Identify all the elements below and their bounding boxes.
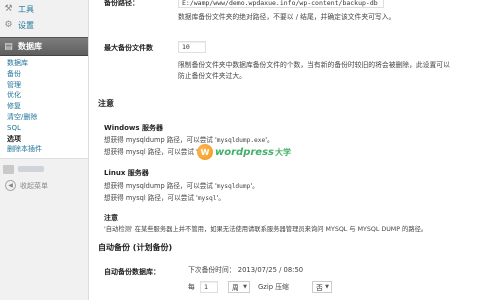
collapse-menu-label: 收起菜单 — [20, 181, 48, 190]
note2-text: '自动检测' 在某些服务器上并不管用，如果无法使用请联系服务器管理员来询问 MY… — [104, 226, 428, 233]
windows-server-title: Windows 服务器 — [104, 124, 163, 132]
wordpress-logo-icon: W — [197, 144, 213, 160]
max-files-desc-2: 防止备份文件夹过大。 — [178, 72, 246, 80]
submenu-item-sql[interactable]: SQL — [0, 123, 88, 134]
submenu-item-optimize[interactable]: 优化 — [0, 90, 88, 101]
every-value-input[interactable]: 1 — [200, 281, 218, 293]
note2-title: 注意 — [104, 214, 118, 222]
watermark-text: wordpress — [215, 146, 274, 158]
linux-mysqldump-code: mysqldump — [216, 183, 251, 190]
admin-sidebar: ⚒ 工具 ⚙ 设置 ▤ 数据库 数据库 备份 管理 优化 修复 清空/删除 SQ… — [0, 0, 89, 300]
collapse-arrow-icon: ◀ — [5, 180, 16, 192]
submenu-item-manage[interactable]: 管理 — [0, 80, 88, 91]
linux-mysqldump-text: 想获得 mysqldump 路径，可以尝试 ' — [104, 182, 217, 190]
backup-path-input[interactable]: E:/wamp/www/demo.wpdaxue.info/wp-content… — [178, 0, 384, 8]
backup-path-label: 备份路径： — [104, 0, 139, 7]
windows-mysql-text: 想获得 mysql 路径，可以尝试 ' — [104, 148, 198, 156]
gzip-select-value: 否 — [316, 284, 323, 292]
linux-mysqldump-hint: 想获得 mysqldump 路径，可以尝试 'mysqldump'。 — [104, 180, 259, 190]
linux-server-title: Linux 服务器 — [104, 169, 149, 177]
linux-mysql-code: mysql — [197, 195, 217, 202]
tools-icon: ⚒ — [4, 4, 13, 14]
windows-mysql-hint: 想获得 mysql 路径，可以尝试 ' — [104, 146, 198, 156]
menu-tools[interactable]: ⚒ 工具 — [0, 1, 88, 17]
wpdaxue-watermark: W wordpress 大学 — [197, 144, 291, 160]
chevron-down-icon: ▼ — [325, 284, 329, 290]
menu-settings[interactable]: ⚙ 设置 — [0, 17, 88, 33]
max-files-label: 最大备份文件数 — [104, 44, 153, 52]
linux-mysql-hint: 想获得 mysql 路径，可以尝试 'mysql'。 — [104, 192, 225, 202]
next-backup-row: 下次备份时间： 2013/07/25 / 08:50 — [188, 265, 303, 275]
next-backup-time: 2013/07/25 / 08:50 — [237, 266, 304, 274]
submenu-item-uninstall[interactable]: 删除本插件 — [0, 144, 88, 155]
settings-icon: ⚙ — [4, 20, 13, 30]
menu-blurred-item[interactable] — [0, 162, 88, 176]
database-submenu: 数据库 备份 管理 优化 修复 清空/删除 SQL 选项 删除本插件 — [0, 56, 88, 160]
unit-select-value: 周 — [232, 284, 239, 292]
menu-tools-label: 工具 — [18, 4, 34, 14]
auto-backup-heading: 自动备份 (计划备份) — [98, 243, 173, 252]
windows-mysqldump-code: mysqldump.exe — [216, 137, 266, 144]
collapse-menu[interactable]: ◀ 收起菜单 — [0, 180, 88, 192]
database-icon: ▤ — [4, 41, 13, 52]
submenu-item-database[interactable]: 数据库 — [0, 58, 88, 69]
linux-mysql-text: 想获得 mysql 路径，可以尝试 ' — [104, 194, 198, 202]
menu-database-label: 数据库 — [18, 42, 42, 51]
backup-path-desc: 数据库备份文件夹的绝对路径，不要以 / 结尾，并确定该文件夹可写入。 — [178, 13, 396, 21]
gzip-label: Gzip 压缩 — [258, 283, 289, 291]
windows-mysqldump-hint: 想获得 mysqldump 路径，可以尝试 'mysqldump.exe'。 — [104, 134, 274, 144]
blurred-menu-icon — [3, 164, 14, 174]
auto-backup-label: 自动备份数据库： — [104, 268, 160, 276]
submenu-item-options[interactable]: 选项 — [0, 134, 88, 145]
chevron-down-icon: ▼ — [243, 284, 247, 290]
linux-mysql-end: '。 — [216, 194, 225, 202]
menu-settings-label: 设置 — [18, 20, 34, 30]
next-backup-label: 下次备份时间： — [188, 266, 236, 274]
max-files-input[interactable]: 10 — [178, 41, 206, 53]
windows-mysqldump-end: '。 — [265, 136, 274, 144]
menu-database[interactable]: ▤ 数据库 — [0, 37, 88, 56]
every-label: 每 — [188, 283, 195, 291]
watermark-suffix: 大学 — [274, 147, 291, 157]
gzip-select[interactable]: 否 ▼ — [312, 281, 332, 293]
note-heading: 注意 — [98, 99, 114, 108]
windows-mysqldump-text: 想获得 mysqldump 路径，可以尝试 ' — [104, 136, 217, 144]
submenu-item-backup[interactable]: 备份 — [0, 69, 88, 80]
submenu-item-empty-drop[interactable]: 清空/删除 — [0, 112, 88, 123]
submenu-item-repair[interactable]: 修复 — [0, 101, 88, 112]
unit-select[interactable]: 周 ▼ — [228, 281, 250, 293]
linux-mysqldump-end: '。 — [250, 182, 259, 190]
blurred-menu-label — [18, 166, 44, 173]
max-files-desc-1: 限制备份文件夹中数据库备份文件的个数，当有新的备份时较旧的将会被删除，此设置可以 — [178, 61, 450, 69]
